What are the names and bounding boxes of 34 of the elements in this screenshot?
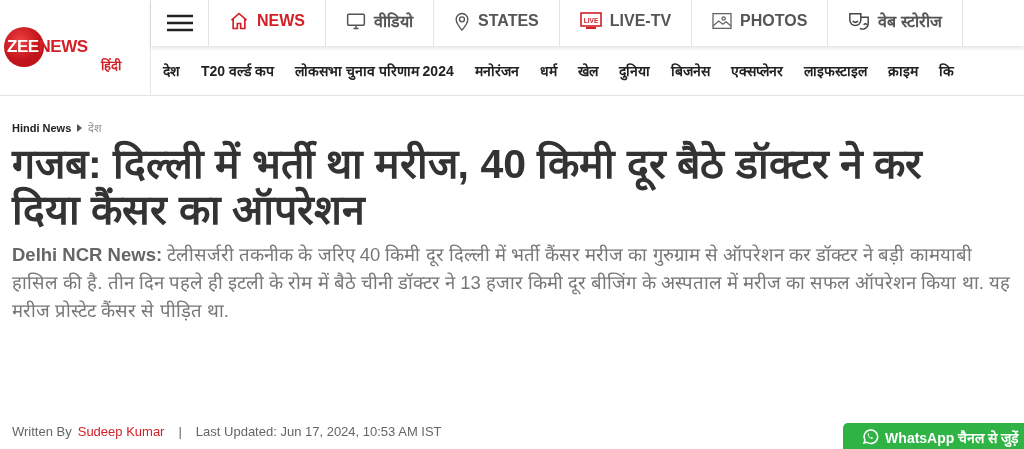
breadcrumb-link[interactable]: देश bbox=[88, 120, 102, 135]
whatsapp-icon bbox=[861, 428, 880, 446]
location-pin-icon bbox=[454, 11, 470, 31]
category-link[interactable]: T20 वर्ल्ड कप bbox=[201, 60, 274, 80]
category-link[interactable]: मनोरंजन bbox=[474, 60, 519, 80]
home-icon bbox=[229, 11, 249, 31]
category-link[interactable]: खेल bbox=[577, 60, 598, 80]
article-headline: गजब: दिल्ली में भर्ती था मरीज, 40 किमी दूर बैठे डॉक्टर ने कर दिया कैंसर का ऑपरेशन bbox=[12, 141, 924, 233]
nav-tab[interactable]: PHOTOS bbox=[692, 0, 829, 46]
category-link[interactable]: एक्सप्लेनर bbox=[730, 60, 783, 80]
category-link[interactable]: बिजनेस bbox=[670, 60, 710, 80]
nav-tab[interactable]: NEWS bbox=[209, 0, 326, 46]
byline-separator: | bbox=[178, 424, 182, 439]
category-link[interactable]: लाइफस्टाइल bbox=[803, 60, 867, 80]
category-link[interactable]: कि bbox=[938, 60, 954, 80]
breadcrumb-link[interactable]: Hindi News bbox=[12, 121, 72, 134]
monitor-icon bbox=[346, 11, 366, 31]
theatre-masks-icon bbox=[848, 10, 871, 32]
image-icon bbox=[712, 12, 733, 30]
caret-icon bbox=[77, 123, 83, 132]
category-link[interactable]: लोकसभा चुनाव परिणाम 2024 bbox=[294, 60, 454, 80]
last-updated: Last Updated: Jun 17, 2024, 10:53 AM IST bbox=[195, 424, 442, 439]
nav-tab[interactable]: वेब स्टोरीज bbox=[828, 0, 963, 46]
nav-tab[interactable]: वीडियो bbox=[326, 0, 434, 46]
category-link[interactable]: क्राइम bbox=[887, 60, 918, 80]
nav-tab[interactable]: STATES bbox=[434, 0, 560, 46]
menu-icon bbox=[166, 14, 193, 32]
menu-button[interactable] bbox=[151, 0, 209, 46]
byline-label: Written By bbox=[12, 424, 72, 439]
category-link[interactable]: देश bbox=[163, 60, 180, 80]
category-link[interactable]: धर्म bbox=[539, 60, 557, 80]
author-link[interactable]: Sudeep Kumar bbox=[77, 424, 165, 439]
category-link[interactable]: दुनिया bbox=[618, 60, 650, 80]
article-summary: Delhi NCR News: टेलीसर्जरी तकनीक के जरिए 40 किमी दूर दिल्ली में भर्ती कैंसर मरीज का गुरुग्राम से ऑपरेशन कर डॉक्टर ने बड़ी कामयाबी हासिल की है. तीन दिन पहले ही इटली के रोम में बैठे चीनी डॉक्टर ने 13 हजार किमी दूर बीजिंग के अस्पताल में मरीज का सफल ऑपरेशन किया था. यह मरीज प्रोस्टेट कैंसर से पीड़ित था. bbox=[12, 243, 1011, 323]
